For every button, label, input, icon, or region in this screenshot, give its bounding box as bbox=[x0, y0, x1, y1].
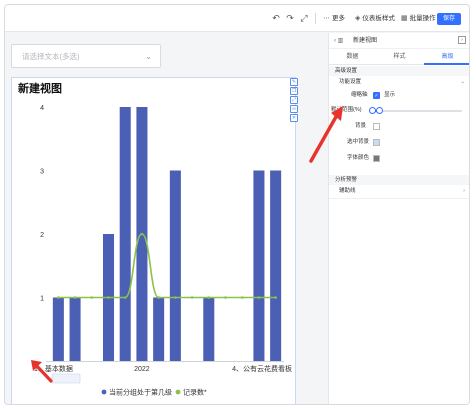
line-point bbox=[174, 296, 177, 299]
fullscreen-icon[interactable]: ⤢ bbox=[299, 12, 309, 24]
app-window: ↶ ↷ ⤢ ⋯ 更多 ◈ 仪表板样式 ▦ 批量操作 保存 请选择文本(多选) ⌄ 1 2… bbox=[4, 4, 470, 405]
active-tab-indicator bbox=[424, 63, 469, 65]
line-point bbox=[157, 296, 160, 299]
legend-marker-line bbox=[175, 389, 181, 395]
undo-icon[interactable]: ↶ bbox=[271, 12, 281, 24]
aux-line-item[interactable]: 辅助线 bbox=[339, 187, 356, 196]
more-icon: ⋯ bbox=[323, 15, 330, 22]
line-point bbox=[190, 296, 194, 299]
redo-icon[interactable]: ↷ bbox=[285, 12, 295, 24]
edit-icon[interactable]: ✎ bbox=[290, 78, 298, 86]
func-settings-toggle[interactable]: 功能设置 bbox=[339, 78, 361, 87]
line-point bbox=[57, 296, 60, 299]
link-icon[interactable]: ∞ bbox=[290, 105, 298, 113]
chevron-down-icon[interactable]: ⌄ bbox=[460, 78, 465, 87]
batch-operation-button[interactable]: ▦ 批量操作 bbox=[401, 13, 436, 25]
range-slider-track[interactable] bbox=[372, 110, 462, 112]
chart-title: 新建视图 bbox=[18, 83, 62, 95]
red-arrow-annotation bbox=[31, 360, 53, 383]
chart-side-tools: ✎ ❐ ⤢ ∞ ✕ bbox=[290, 78, 300, 123]
font-color-swatch[interactable] bbox=[373, 155, 380, 162]
panel-title: 新建视图 bbox=[353, 38, 378, 44]
bar bbox=[69, 297, 81, 361]
chevron-right-icon[interactable]: › bbox=[463, 187, 465, 196]
range-slider-start-handle[interactable] bbox=[369, 107, 376, 114]
selected-background-swatch[interactable] bbox=[373, 139, 380, 146]
text-filter-select[interactable]: 请选择文本(多选) ⌄ bbox=[11, 44, 161, 68]
section-analysis-warning: 分析预警 bbox=[329, 175, 469, 185]
bar bbox=[270, 170, 282, 361]
expand-icon[interactable]: ⤢ bbox=[290, 96, 298, 104]
filter-placeholder: 请选择文本(多选) bbox=[22, 52, 80, 61]
tab-data[interactable]: 数据 bbox=[329, 52, 376, 62]
batch-icon: ▦ bbox=[401, 15, 408, 22]
line-point bbox=[90, 296, 94, 299]
line-point bbox=[123, 296, 127, 299]
dashboard-style-label: 仪表板样式 bbox=[362, 15, 395, 22]
x-tick-label: 4、公有云花费看板 bbox=[232, 364, 292, 373]
delete-icon[interactable]: ✕ bbox=[290, 114, 298, 122]
line-point bbox=[207, 296, 211, 299]
tab-style[interactable]: 样式 bbox=[376, 52, 423, 62]
back-chart-icon[interactable]: ‹ ▥ bbox=[334, 36, 343, 46]
bar bbox=[203, 297, 215, 361]
legend-marker-bar bbox=[101, 389, 107, 395]
y-tick-label: 3 bbox=[40, 169, 44, 176]
legend-label: 当前分组处于第几级 bbox=[109, 388, 172, 397]
panel-divider bbox=[329, 198, 469, 199]
line-point bbox=[257, 296, 261, 299]
show-label: 显示 bbox=[384, 92, 396, 98]
font-color-label: 字体颜色 bbox=[347, 155, 370, 161]
thumbnail-axis-label: 缩略轴 bbox=[351, 92, 368, 98]
collapse-icon[interactable]: › bbox=[458, 36, 466, 44]
dashboard-canvas: 请选择文本(多选) ⌄ 1 2 3 4 1、基本数据 2022 4、公有云花费看板 当前分组处… bbox=[5, 33, 328, 404]
section-advanced-settings: 高级设置 bbox=[329, 66, 469, 76]
legend-label: 记录数* bbox=[183, 388, 207, 397]
red-arrow-annotation bbox=[309, 106, 343, 163]
x-tick-label: 2022 bbox=[134, 366, 150, 373]
bar bbox=[169, 170, 181, 361]
palette-icon: ◈ bbox=[355, 15, 361, 22]
selected-background-label: 选中背景 bbox=[347, 139, 370, 145]
range-slider-end-handle[interactable] bbox=[376, 107, 383, 114]
series-line bbox=[58, 233, 276, 299]
tab-advanced[interactable]: 高级 bbox=[424, 52, 469, 62]
background-label: 背景 bbox=[355, 123, 367, 129]
panel-header: ‹ ▥ 新建视图 › bbox=[329, 33, 469, 49]
panel-tabs: 数据 样式 高级 bbox=[329, 49, 469, 65]
toolbar-divider bbox=[315, 13, 316, 24]
line-point bbox=[274, 296, 277, 299]
line-point bbox=[140, 232, 144, 236]
settings-panel: ‹ ▥ 新建视图 › 数据 样式 高级 高级设置 功能设置 ⌄ 缩略轴 ✓ 显示… bbox=[328, 33, 469, 404]
copy-icon[interactable]: ❐ bbox=[290, 87, 298, 95]
line-point bbox=[73, 296, 77, 299]
show-thumbnail-checkbox[interactable]: ✓ bbox=[373, 92, 380, 99]
more-button[interactable]: ⋯ 更多 bbox=[323, 13, 345, 25]
bar bbox=[253, 170, 265, 361]
bar bbox=[52, 297, 64, 361]
bar-line-chart: 12341、基本数据 2022 4、公有云花费看板当前分组处于第几级 记录数* bbox=[34, 105, 292, 397]
more-label: 更多 bbox=[332, 15, 345, 22]
chart-card[interactable]: 1 2 3 4 1、基本数据 2022 4、公有云花费看板 当前分组处于第几级 记录数* 新建视… bbox=[11, 77, 298, 404]
top-toolbar: ↶ ↷ ⤢ ⋯ 更多 ◈ 仪表板样式 ▦ 批量操作 保存 bbox=[5, 5, 469, 32]
y-tick-label: 4 bbox=[40, 105, 44, 112]
chevron-down-icon: ⌄ bbox=[145, 52, 152, 61]
line-point bbox=[240, 296, 244, 299]
y-tick-label: 1 bbox=[40, 296, 44, 303]
batch-label: 批量操作 bbox=[409, 15, 436, 22]
bar bbox=[119, 107, 131, 361]
save-button[interactable]: 保存 bbox=[437, 13, 461, 25]
background-color-swatch[interactable] bbox=[373, 123, 380, 130]
bar bbox=[153, 297, 165, 361]
line-point bbox=[224, 296, 227, 299]
dashboard-style-button[interactable]: ◈ 仪表板样式 bbox=[355, 13, 395, 25]
y-tick-label: 2 bbox=[40, 232, 44, 239]
line-point bbox=[107, 296, 110, 299]
